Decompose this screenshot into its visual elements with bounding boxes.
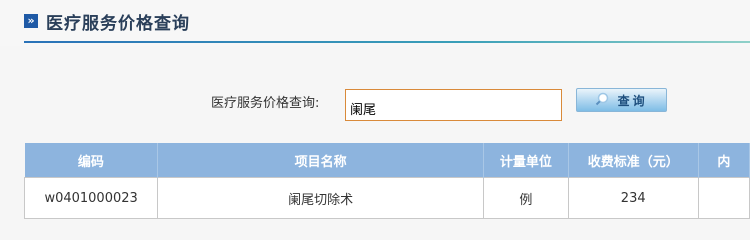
column-header-unit: 计量单位 (483, 143, 569, 178)
page-header: » 医疗服务价格查询 (0, 0, 750, 46)
double-chevron-right-icon: » (24, 14, 38, 28)
cell-unit: 例 (483, 177, 569, 219)
search-label: 医疗服务价格查询: (211, 96, 320, 111)
cell-item-name: 阑尾切除术 (157, 177, 484, 219)
column-header-item-name: 项目名称 (157, 143, 484, 178)
column-header-code: 编码 (24, 143, 159, 178)
table-header-row: 编码 项目名称 计量单位 收费标准（元） 内 (24, 143, 750, 178)
cell-code: w0401000023 (23, 177, 159, 219)
cell-price: 234 (567, 177, 699, 219)
price-table: 编码 项目名称 计量单位 收费标准（元） 内 w0401000023 阑尾切除术… (23, 143, 750, 219)
column-header-price: 收费标准（元） (568, 143, 699, 178)
search-button-label: 查询 (617, 93, 648, 108)
magnifier-icon (595, 92, 611, 109)
search-input[interactable] (345, 89, 562, 121)
table-row: w0401000023 阑尾切除术 例 234 (23, 177, 750, 219)
header-divider (24, 41, 750, 43)
cell-content (697, 177, 750, 219)
search-button[interactable]: 查询 (576, 88, 667, 112)
column-header-content: 内 (698, 143, 750, 178)
page-title: 医疗服务价格查询 (46, 14, 190, 34)
